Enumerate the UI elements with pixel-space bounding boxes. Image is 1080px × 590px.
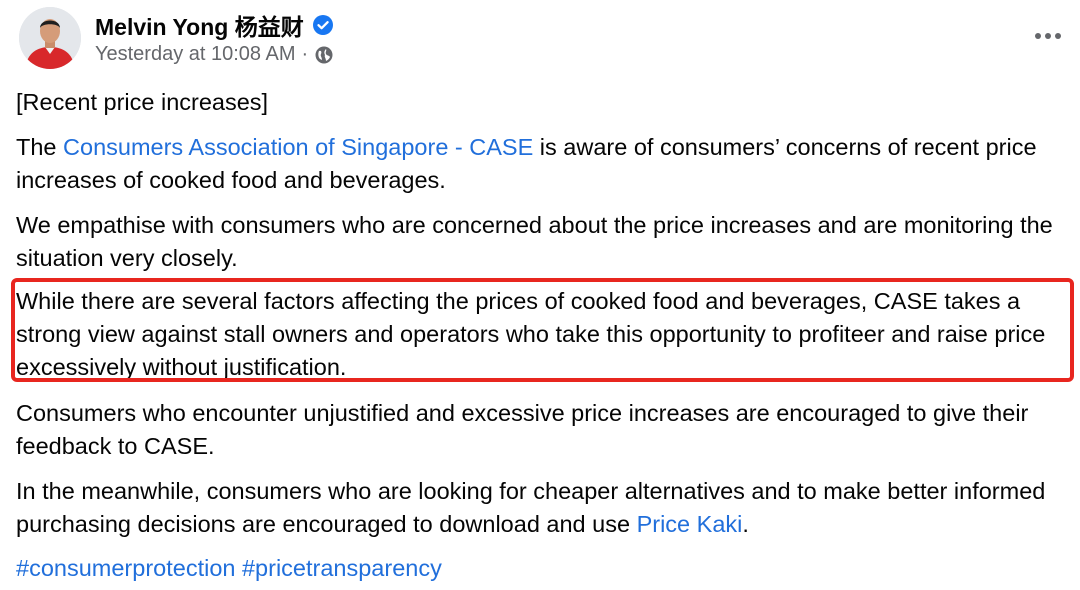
hashtag-link[interactable]: #consumerprotection — [16, 555, 235, 581]
more-dot — [1035, 33, 1041, 39]
post-paragraph-2: We empathise with consumers who are conc… — [16, 212, 1053, 271]
more-options-icon[interactable] — [1030, 22, 1066, 50]
price-kaki-link[interactable]: Price Kaki — [637, 511, 743, 537]
more-dot — [1055, 33, 1061, 39]
avatar-image — [19, 7, 81, 69]
paragraph-1-prefix: The — [16, 134, 64, 160]
hashtag-link[interactable]: #pricetransparency — [242, 555, 442, 581]
post-paragraph-4: Consumers who encounter unjustified and … — [16, 400, 1029, 459]
author-line: Melvin Yong 杨益财 — [95, 8, 334, 42]
verified-badge-icon — [312, 14, 334, 36]
hashtags: #consumerprotection #pricetransparency — [16, 552, 442, 585]
paragraph-5-prefix: In the meanwhile, consumers who are look… — [16, 478, 1046, 537]
globe-icon[interactable] — [314, 45, 334, 65]
post-paragraph-1: The Consumers Association of Singapore -… — [16, 131, 1066, 197]
more-dot — [1045, 33, 1051, 39]
case-page-link[interactable]: Consumers Association of Singapore - CAS… — [63, 134, 533, 160]
post-timestamp[interactable]: Yesterday at 10:08 AM — [95, 43, 296, 66]
post-meta: Yesterday at 10:08 AM · — [95, 43, 334, 66]
post-paragraph-5: In the meanwhile, consumers who are look… — [16, 475, 1066, 541]
author-avatar[interactable] — [19, 7, 81, 69]
paragraph-5-suffix: . — [742, 511, 749, 537]
meta-separator: · — [301, 43, 309, 65]
post-header: Melvin Yong 杨益财 Yesterday at 10:08 AM · — [0, 0, 1080, 80]
author-name[interactable]: Melvin Yong 杨益财 — [95, 8, 304, 42]
post-heading: [Recent price increases] — [16, 89, 269, 115]
post-paragraph-3: While there are several factors affectin… — [16, 288, 1046, 380]
